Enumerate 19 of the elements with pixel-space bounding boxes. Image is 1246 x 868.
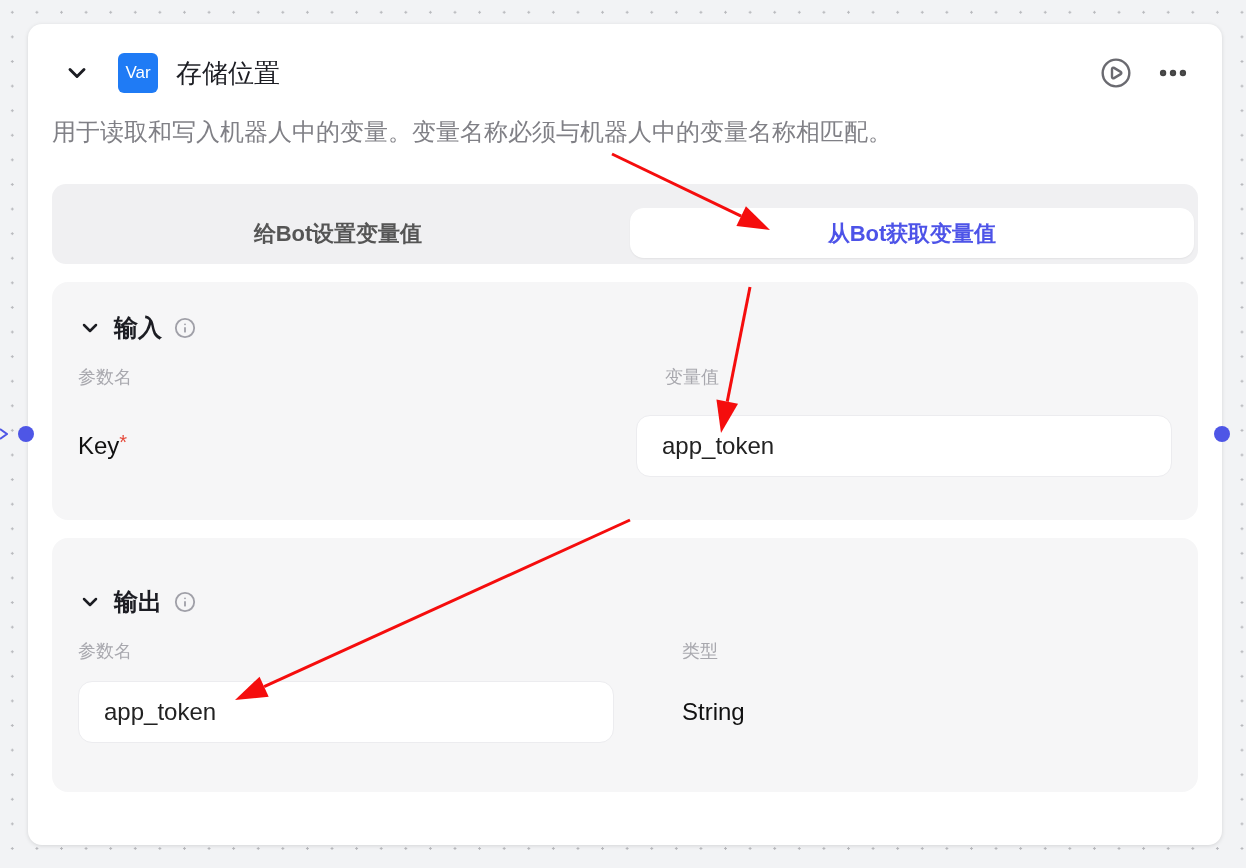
node-description: 用于读取和写入机器人中的变量。变量名称必须与机器人中的变量名称相匹配。 bbox=[52, 117, 893, 147]
play-icon[interactable] bbox=[1100, 57, 1132, 89]
tab[interactable]: 给Bot设置变量值 bbox=[56, 208, 620, 258]
column-label: 类型 bbox=[681, 640, 719, 663]
tab[interactable]: 从Bot获取变量值 bbox=[630, 208, 1194, 258]
column-label: 变量值 bbox=[664, 366, 720, 389]
column-label: 参数名 bbox=[78, 640, 133, 663]
connection-port[interactable] bbox=[1214, 426, 1230, 442]
node-title: 存储位置 bbox=[176, 56, 280, 90]
section-title: 输出 bbox=[114, 587, 162, 617]
value-field[interactable]: app_token bbox=[636, 415, 1172, 477]
var-icon: Var bbox=[118, 53, 158, 93]
column-label: 参数名 bbox=[78, 366, 133, 389]
required-mark: * bbox=[119, 430, 128, 453]
parameter-name: Key bbox=[78, 431, 120, 461]
section-title: 输入 bbox=[114, 313, 162, 343]
type-value: String bbox=[682, 697, 745, 727]
name-field[interactable]: app_token bbox=[78, 681, 614, 743]
connection-port[interactable] bbox=[18, 426, 34, 442]
